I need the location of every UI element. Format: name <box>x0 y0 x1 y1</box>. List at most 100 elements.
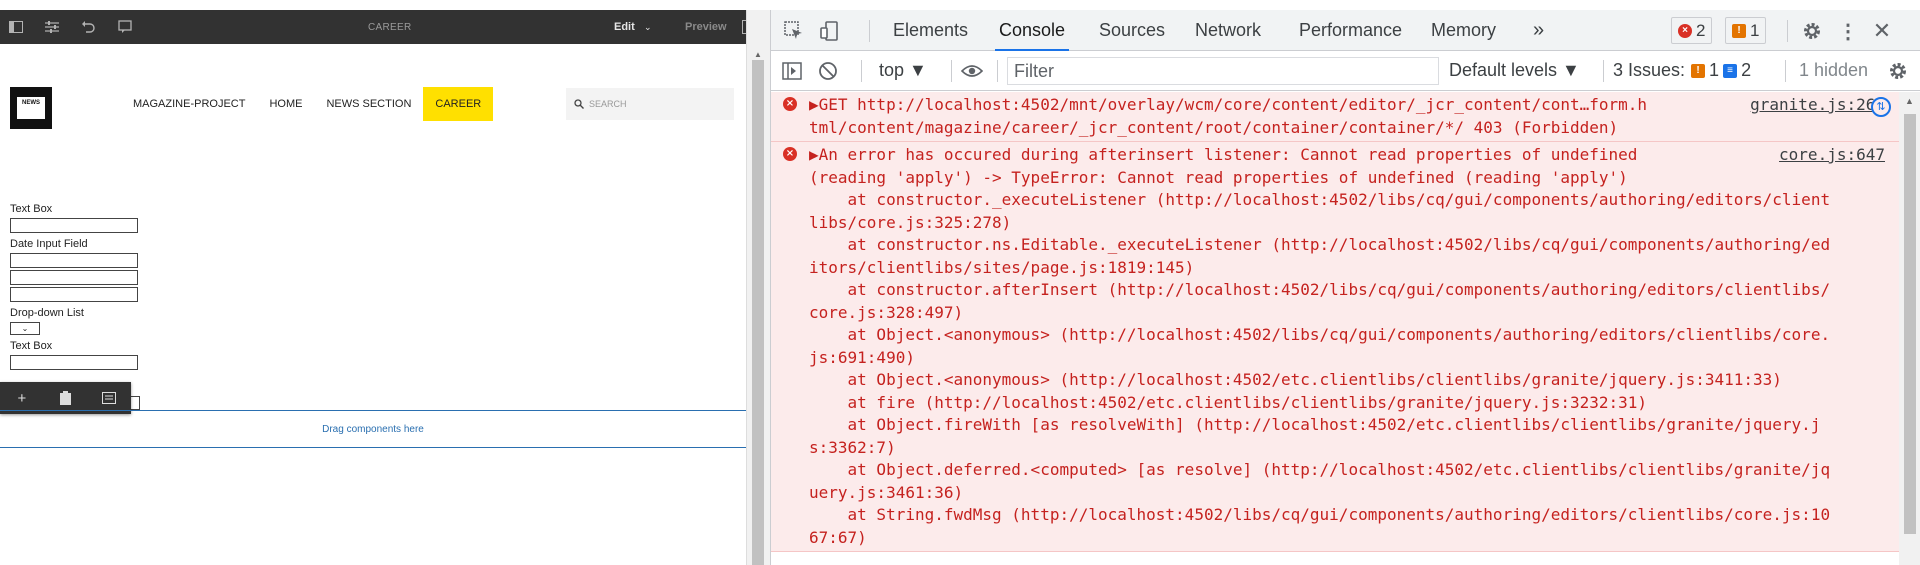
source-link[interactable]: granite.js:266 <box>1744 94 1885 117</box>
text-box-label: Text Box <box>10 340 53 352</box>
chevron-down-icon: ⌄ <box>21 324 29 333</box>
console-output: × granite.js:266 ⇅ ▶GET http://localhost… <box>771 92 1899 565</box>
nav-item-magazine-project[interactable]: MAGAZINE-PROJECT <box>121 87 257 121</box>
chevron-down-icon[interactable]: ⌄ <box>644 22 652 33</box>
issues-label: 3 Issues: <box>1613 60 1686 80</box>
source-link[interactable]: core.js:647 <box>1773 144 1885 167</box>
date-input-field[interactable] <box>10 287 138 302</box>
nav-item-home[interactable]: HOME <box>257 87 314 121</box>
stack-frame-line[interactable]: at constructor.afterInsert (http://local… <box>809 279 1899 302</box>
undo-icon[interactable] <box>80 19 96 35</box>
nav-item-career[interactable]: CAREER <box>423 87 494 121</box>
search-icon <box>574 99 584 109</box>
search-placeholder: SEARCH <box>589 99 627 109</box>
text-box-input[interactable] <box>10 355 138 370</box>
error-count-badge[interactable]: × 2 <box>1671 17 1713 44</box>
stack-frame-line[interactable]: js:691:490) <box>809 347 1899 370</box>
page-properties-icon[interactable] <box>44 19 60 35</box>
issues-info-count: 2 <box>1741 60 1752 80</box>
page-canvas: NEWS MAGAZINE-PROJECT HOME NEWS SECTION … <box>0 44 746 565</box>
stack-frame-line[interactable]: at constructor._executeListener (http://… <box>809 189 1899 212</box>
log-line: tml/content/magazine/career/_jcr_content… <box>809 117 1619 137</box>
error-icon: × <box>1678 23 1692 38</box>
stack-frame-line[interactable]: itors/clientlibs/sites/page.js:1819:145) <box>809 257 1899 280</box>
dropdown-label: Drop-down List <box>10 307 84 319</box>
console-settings-icon[interactable] <box>1887 60 1909 82</box>
submit-button-partial[interactable] <box>130 396 140 410</box>
editor-toolbar: CAREER Edit ⌄ Preview <box>0 10 746 44</box>
stack-frame-line[interactable]: uery.js:3461:36) <box>809 482 1899 505</box>
devtools-panel: Elements Console Sources Network Perform… <box>770 10 1920 565</box>
log-line: (reading 'apply') -> TypeError: Cannot r… <box>809 167 1628 187</box>
error-icon: × <box>783 97 797 111</box>
drop-zone[interactable]: Drag components here <box>0 410 746 448</box>
tab-memory[interactable]: Memory <box>1427 10 1500 51</box>
clear-console-icon[interactable] <box>817 60 839 82</box>
close-icon[interactable]: ✕ <box>1871 18 1893 43</box>
error-count: 2 <box>1696 20 1706 40</box>
stack-frame-line[interactable]: at String.fwdMsg (http://localhost:4502/… <box>809 504 1899 527</box>
tab-performance[interactable]: Performance <box>1295 10 1406 51</box>
date-input-field[interactable] <box>10 253 138 268</box>
text-box-label: Text Box <box>10 203 53 215</box>
text-box-input[interactable] <box>10 218 138 233</box>
tab-sources[interactable]: Sources <box>1095 10 1169 51</box>
warning-icon: ! <box>1691 63 1706 78</box>
filter-input[interactable]: Filter <box>1007 57 1439 85</box>
date-input-field[interactable] <box>10 270 138 285</box>
stack-frame-line[interactable]: libs/core.js:325:278) <box>809 212 1899 235</box>
console-error-message[interactable]: × core.js:647 ▶An error has occured duri… <box>771 142 1899 552</box>
stack-frame-line[interactable]: at constructor.ns.Editable._executeListe… <box>809 234 1899 257</box>
stack-frame-line[interactable]: at Object.<anonymous> (http://localhost:… <box>809 369 1899 392</box>
editor-scrollbar-thumb[interactable] <box>752 60 764 565</box>
scroll-up-icon[interactable]: ▲ <box>754 50 762 59</box>
preview-button[interactable]: Preview <box>685 21 727 33</box>
scroll-up-icon[interactable]: ▲ <box>1905 96 1914 106</box>
dropdown-select[interactable]: ⌄ <box>10 322 40 335</box>
gear-icon[interactable] <box>1801 20 1823 42</box>
warning-icon: ! <box>1732 23 1746 38</box>
context-selector[interactable]: top ▼ <box>879 60 927 81</box>
devtools-tabbar: Elements Console Sources Network Perform… <box>771 10 1920 51</box>
career-form: Text Box Date Input Field Drop-down List… <box>10 198 210 370</box>
date-input-label: Date Input Field <box>10 238 88 250</box>
more-tabs-icon[interactable]: » <box>1529 10 1548 51</box>
warning-count-badge[interactable]: ! 1 <box>1725 17 1767 44</box>
nav-item-news-section[interactable]: NEWS SECTION <box>314 87 423 121</box>
stack-frame-line[interactable]: at Object.deferred.<computed> [as resolv… <box>809 459 1899 482</box>
log-levels-dropdown[interactable]: Default levels ▼ <box>1449 60 1580 81</box>
tab-console[interactable]: Console <box>995 10 1070 51</box>
info-icon: ≡ <box>1723 63 1738 78</box>
tab-elements[interactable]: Elements <box>889 10 972 51</box>
eye-icon[interactable] <box>961 60 983 82</box>
mode-selector[interactable]: Edit <box>614 21 635 33</box>
console-scrollbar-thumb[interactable] <box>1904 114 1916 534</box>
log-line: ▶GET http://localhost:4502/mnt/overlay/w… <box>809 95 1648 114</box>
stack-frame-line[interactable]: at fire (http://localhost:4502/etc.clien… <box>809 392 1899 415</box>
side-panel-icon[interactable] <box>8 19 24 35</box>
warning-count: 1 <box>1750 20 1760 40</box>
hidden-messages-count: 1 hidden <box>1799 60 1869 80</box>
console-error-message[interactable]: × granite.js:266 ⇅ ▶GET http://localhost… <box>771 92 1899 142</box>
stack-frame-line[interactable]: 67:67) <box>809 527 1899 550</box>
network-request-icon[interactable]: ⇅ <box>1871 97 1891 117</box>
stack-frame-line[interactable]: s:3362:7) <box>809 437 1899 460</box>
issues-warning-count: 1 <box>1709 60 1720 80</box>
issues-button[interactable]: 3 Issues: ! 1 ≡ 2 <box>1613 60 1751 81</box>
search-input[interactable]: SEARCH <box>566 88 734 120</box>
annotate-icon[interactable] <box>117 19 133 35</box>
stack-frame-line[interactable]: at Object.fireWith [as resolveWith] (htt… <box>809 414 1899 437</box>
tab-network[interactable]: Network <box>1191 10 1265 51</box>
inspect-icon[interactable] <box>783 20 805 42</box>
site-logo[interactable]: NEWS <box>10 87 52 129</box>
stack-frame-line[interactable]: core.js:328:497) <box>809 302 1899 325</box>
more-options-icon[interactable]: ⋮ <box>1837 20 1859 43</box>
log-line: ▶An error has occured during afterinsert… <box>809 145 1638 164</box>
sidebar-toggle-icon[interactable] <box>781 60 803 82</box>
logo-text: NEWS <box>17 97 45 119</box>
console-scrollbar[interactable]: ▲ <box>1899 92 1920 565</box>
error-icon: × <box>783 147 797 161</box>
aem-editor-pane: CAREER Edit ⌄ Preview NEWS MAGAZINE-PROJ… <box>0 0 746 565</box>
device-toolbar-icon[interactable] <box>819 20 841 42</box>
stack-frame-line[interactable]: at Object.<anonymous> (http://localhost:… <box>809 324 1899 347</box>
